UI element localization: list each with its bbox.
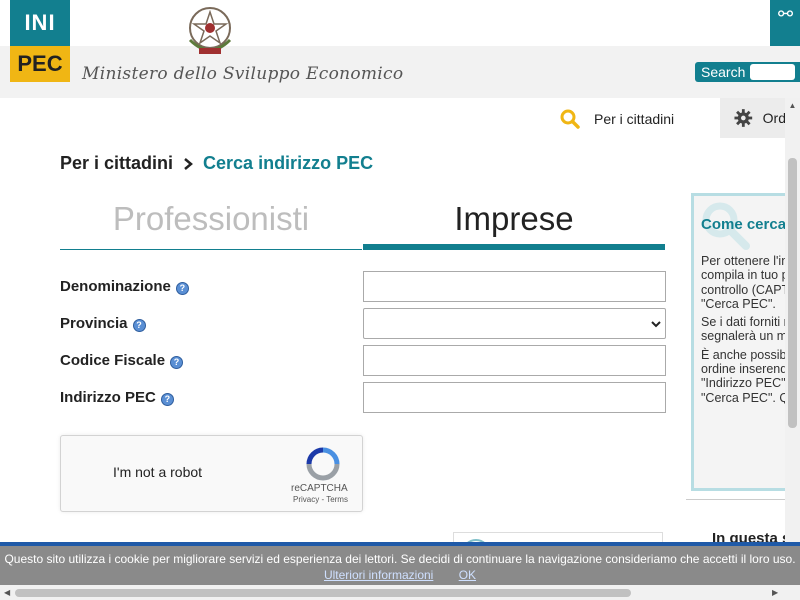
- indirizzo-pec-field[interactable]: [363, 382, 666, 413]
- cookie-banner: Questo sito utilizza i cookie per miglio…: [0, 542, 800, 585]
- scrollbar-thumb[interactable]: [788, 158, 797, 428]
- tab-professionisti-label: Professionisti: [112, 200, 310, 237]
- side-divider: [686, 499, 800, 500]
- scroll-right-icon[interactable]: ▶: [772, 588, 778, 597]
- form-row-denominazione: Denominazione ?: [60, 271, 666, 303]
- horizontal-scrollbar[interactable]: ◀ ▶: [0, 585, 800, 600]
- denominazione-field[interactable]: [363, 271, 666, 302]
- denominazione-label: Denominazione ?: [60, 278, 189, 295]
- tab-imprese[interactable]: Imprese: [363, 192, 665, 250]
- help-icon[interactable]: ?: [160, 392, 174, 406]
- chevron-down-icon: [651, 321, 661, 328]
- help-icon[interactable]: ?: [132, 318, 146, 332]
- recaptcha-widget: I'm not a robot reCAPTCHA Privacy - Term…: [60, 435, 363, 512]
- vertical-scrollbar[interactable]: ▲: [785, 98, 800, 585]
- gear-icon: [734, 109, 753, 127]
- tab-imprese-label: Imprese: [454, 200, 574, 237]
- provincia-label: Provincia ?: [60, 315, 146, 332]
- recaptcha-label[interactable]: I'm not a robot: [113, 464, 202, 480]
- nav-cittadini-label: Per i cittadini: [594, 111, 675, 127]
- help-side-panel: Come cercare Per ottenere l'indirizzo de…: [691, 193, 800, 491]
- logo-ini: INI: [10, 0, 70, 46]
- provincia-select[interactable]: [363, 308, 666, 339]
- recaptcha-privacy-terms[interactable]: Privacy - Terms: [293, 495, 348, 504]
- ministry-name: Ministero dello Sviluppo Economico: [82, 64, 404, 84]
- cookie-text: Questo sito utilizza i cookie per miglio…: [4, 552, 796, 566]
- codice-fiscale-label: Codice Fiscale ?: [60, 352, 184, 369]
- help-icon[interactable]: ?: [170, 355, 184, 369]
- cookie-more-info-link[interactable]: Ulteriori informazioni: [324, 568, 433, 582]
- search-label: Search: [701, 64, 746, 80]
- scroll-up-icon[interactable]: ▲: [788, 102, 797, 110]
- breadcrumb-home-link[interactable]: Per i cittadini: [60, 153, 173, 174]
- form-row-indirizzo-pec: Indirizzo PEC ?: [60, 382, 666, 414]
- recaptcha-icon: [306, 447, 340, 481]
- cookie-ok-button[interactable]: OK: [459, 568, 476, 582]
- recaptcha-brand: reCAPTCHA: [291, 483, 348, 494]
- accessibility-icon: ⚯: [778, 4, 794, 24]
- logo-pec: PEC: [10, 46, 70, 82]
- search-bar: Search: [695, 62, 800, 82]
- site-header: INI PEC Ministero dello Sviluppo Economi…: [0, 0, 800, 98]
- codice-fiscale-field[interactable]: [363, 345, 666, 376]
- inipec-logo[interactable]: INI PEC: [10, 0, 70, 82]
- denominazione-label-text: Denominazione: [60, 278, 171, 295]
- chevron-right-icon: [184, 157, 193, 170]
- nav-item-cittadini[interactable]: Per i cittadini: [560, 100, 674, 138]
- header-top-bar: [0, 0, 800, 46]
- horizontal-scrollbar-thumb[interactable]: [15, 589, 631, 597]
- form-row-codice-fiscale: Codice Fiscale ?: [60, 345, 666, 377]
- provincia-label-text: Provincia: [60, 315, 128, 332]
- search-input[interactable]: [750, 64, 795, 80]
- indirizzo-pec-label: Indirizzo PEC ?: [60, 389, 174, 406]
- accessibility-button[interactable]: ⚯: [770, 0, 800, 46]
- help-icon[interactable]: ?: [175, 281, 189, 295]
- form-row-provincia: Provincia ?: [60, 308, 666, 340]
- breadcrumb: Per i cittadini Cerca indirizzo PEC: [60, 153, 373, 174]
- scroll-left-icon[interactable]: ◀: [4, 588, 10, 597]
- tab-professionisti[interactable]: Professionisti: [60, 192, 362, 250]
- search-icon: [560, 109, 580, 129]
- republic-emblem-icon: [188, 7, 232, 54]
- breadcrumb-current: Cerca indirizzo PEC: [203, 153, 374, 173]
- codice-fiscale-label-text: Codice Fiscale: [60, 352, 166, 369]
- indirizzo-pec-label-text: Indirizzo PEC: [60, 389, 156, 406]
